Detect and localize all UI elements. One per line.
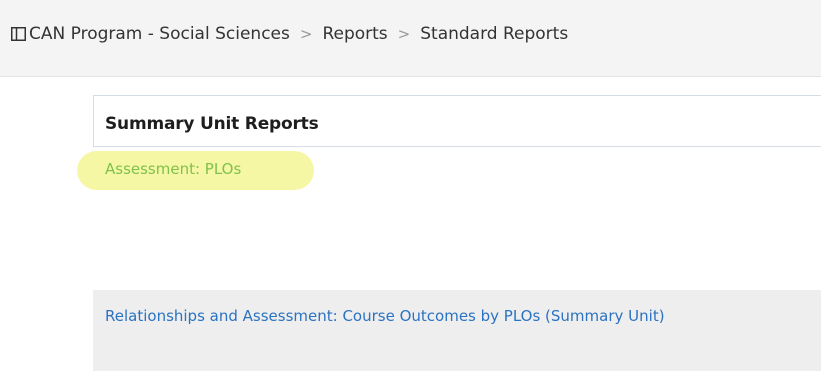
- assessment-plos-link[interactable]: Assessment: PLOs: [105, 160, 241, 178]
- breadcrumb-reports[interactable]: Reports: [322, 24, 387, 44]
- breadcrumb-separator: >: [397, 25, 411, 43]
- summary-unit-reports-card: Summary Unit Reports: [93, 95, 821, 147]
- report-list-item: Relationships and Assessment: Course Out…: [93, 290, 821, 371]
- breadcrumb-separator: >: [299, 25, 313, 43]
- breadcrumb-standard-reports: Standard Reports: [420, 24, 569, 44]
- breadcrumb: CAN Program - Social Sciences > Reports …: [11, 24, 568, 44]
- card-title: Summary Unit Reports: [105, 114, 319, 134]
- breadcrumb-program[interactable]: CAN Program - Social Sciences: [29, 24, 290, 44]
- panel-icon[interactable]: [11, 27, 26, 41]
- course-outcomes-by-plos-link[interactable]: Relationships and Assessment: Course Out…: [105, 300, 821, 332]
- breadcrumb-bar: CAN Program - Social Sciences > Reports …: [0, 0, 821, 77]
